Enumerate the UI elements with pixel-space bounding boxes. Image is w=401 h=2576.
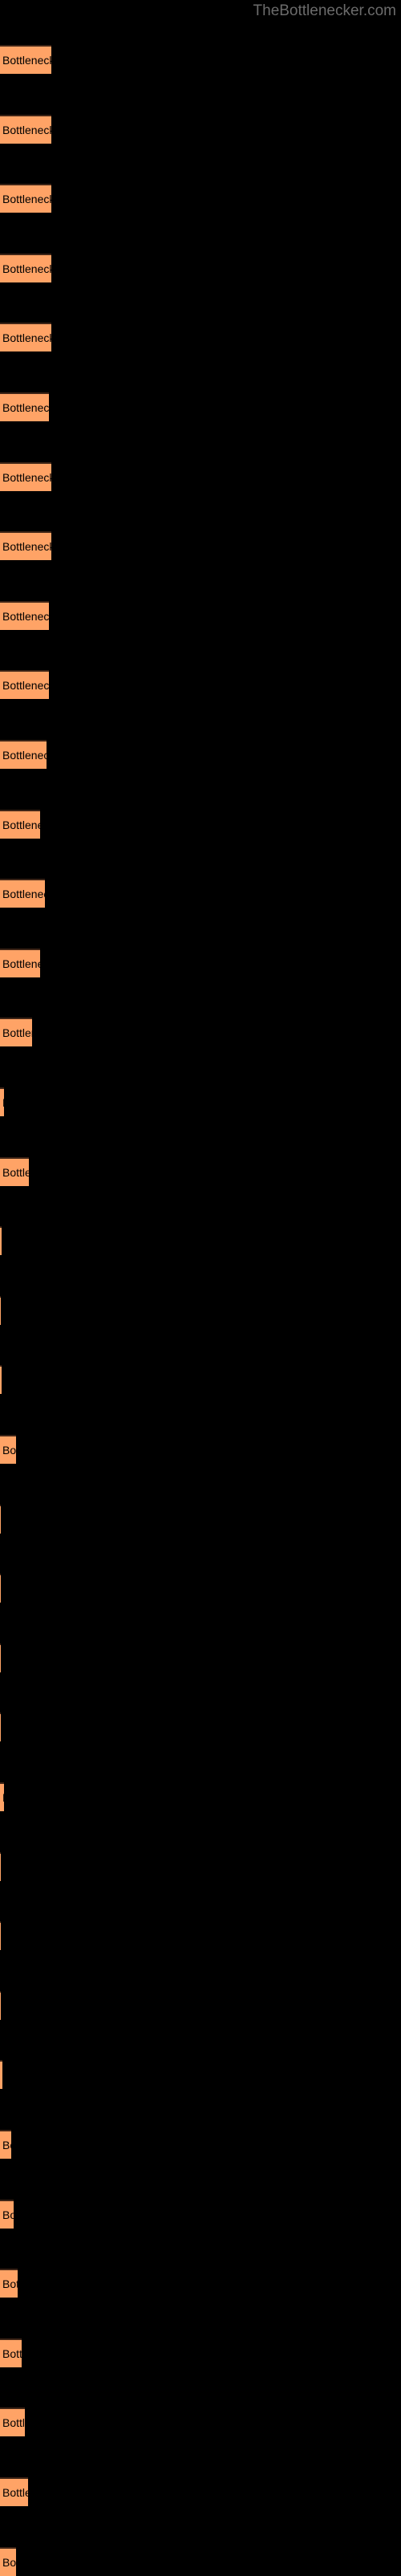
bar-24[interactable]: Bottleneck result bbox=[0, 1643, 1, 1672]
bar-23[interactable]: Bottleneck result bbox=[0, 1574, 1, 1603]
bar-17[interactable]: Bottleneck result bbox=[0, 1156, 29, 1186]
bar-label: Bottleneck result bbox=[2, 2346, 22, 2360]
bar-3[interactable]: Bottleneck result bbox=[0, 184, 51, 213]
bar-36[interactable]: Bottleneck result bbox=[0, 2477, 28, 2506]
bar-18[interactable]: Bottleneck result bbox=[0, 1226, 2, 1256]
bar-1[interactable]: Bottleneck result bbox=[0, 45, 51, 74]
bar-10[interactable]: Bottleneck result bbox=[0, 670, 49, 700]
bar-31[interactable]: Bottleneck result bbox=[0, 2130, 11, 2159]
bar-label: Bottleneck result bbox=[2, 262, 51, 275]
bar-label: Bottleneck result bbox=[2, 401, 49, 414]
bar-29[interactable]: Bottleneck result bbox=[0, 1990, 1, 2020]
bar-22[interactable]: Bottleneck result bbox=[0, 1504, 1, 1534]
bar-28[interactable]: Bottleneck result bbox=[0, 1921, 1, 1951]
bar-32[interactable]: Bottleneck result bbox=[0, 2199, 14, 2229]
bar-34[interactable]: Bottleneck result bbox=[0, 2338, 22, 2367]
bar-label: Bottleneck result bbox=[2, 1026, 32, 1040]
bar-label: Bottleneck result bbox=[2, 2139, 11, 2151]
bar-35[interactable]: Bottleneck result bbox=[0, 2407, 25, 2437]
horizontal-bar-chart: Bottleneck result Bottleneck result Bottle… bbox=[0, 0, 401, 2576]
bar-7[interactable]: Bottleneck result bbox=[0, 461, 51, 491]
bar-label: Bottleneck result bbox=[2, 2416, 25, 2430]
bar-11[interactable]: Bottleneck result bbox=[0, 740, 47, 769]
bar-37[interactable]: Bottleneck result bbox=[0, 2546, 16, 2576]
bar-8[interactable]: Bottleneck result bbox=[0, 531, 51, 561]
bar-20[interactable]: Bottleneck result bbox=[0, 1365, 2, 1395]
bar-label: Bottleneck result bbox=[2, 54, 51, 67]
bar-label: Bottleneck result bbox=[2, 1444, 16, 1457]
bar-label: Bottleneck result bbox=[2, 1165, 29, 1179]
bar-4[interactable]: Bottleneck result bbox=[0, 253, 51, 282]
bar-9[interactable]: Bottleneck result bbox=[0, 600, 49, 630]
bar-label: Bottleneck result bbox=[2, 888, 45, 901]
bar-16[interactable]: Bottleneck result bbox=[0, 1087, 4, 1116]
bar-6[interactable]: Bottleneck result bbox=[0, 392, 49, 421]
bar-label: Bottleneck result bbox=[2, 540, 51, 554]
bar-15[interactable]: Bottleneck result bbox=[0, 1018, 32, 1047]
bar-label: Bottleneck result bbox=[2, 818, 40, 831]
bar-label: Bottleneck result bbox=[2, 1096, 4, 1109]
bar-33[interactable]: Bottleneck result bbox=[0, 2269, 18, 2298]
bar-27[interactable]: Bottleneck result bbox=[0, 1851, 1, 1881]
bar-5[interactable]: Bottleneck result bbox=[0, 323, 51, 352]
bar-label: Bottleneck result bbox=[2, 679, 49, 693]
bar-label: Bottleneck result bbox=[2, 193, 51, 206]
bar-label: Bottleneck result bbox=[2, 331, 51, 345]
bar-label: Bottleneck result bbox=[2, 609, 49, 623]
bar-label: Bottleneck result bbox=[2, 1791, 4, 1804]
bar-label: Bottleneck result bbox=[2, 2486, 28, 2499]
bar-label: Bottleneck result bbox=[2, 2555, 16, 2569]
bar-25[interactable]: Bottleneck result bbox=[0, 1713, 1, 1742]
bar-12[interactable]: Bottleneck result bbox=[0, 809, 40, 839]
bar-label: Bottleneck result bbox=[2, 2277, 18, 2291]
bar-label: Bottleneck result bbox=[2, 749, 47, 762]
bar-19[interactable]: Bottleneck result bbox=[0, 1295, 1, 1325]
bar-30[interactable]: Bottleneck result bbox=[0, 2060, 2, 2090]
bar-14[interactable]: Bottleneck result bbox=[0, 948, 40, 977]
bar-26[interactable]: Bottleneck result bbox=[0, 1782, 4, 1811]
bar-21[interactable]: Bottleneck result bbox=[0, 1435, 16, 1464]
bar-label: Bottleneck result bbox=[2, 470, 51, 484]
bar-2[interactable]: Bottleneck result bbox=[0, 114, 51, 144]
bar-13[interactable]: Bottleneck result bbox=[0, 879, 45, 908]
bar-label: Bottleneck result bbox=[2, 2208, 14, 2221]
bar-label: Bottleneck result bbox=[2, 957, 40, 970]
bar-label: Bottleneck result bbox=[2, 123, 51, 136]
